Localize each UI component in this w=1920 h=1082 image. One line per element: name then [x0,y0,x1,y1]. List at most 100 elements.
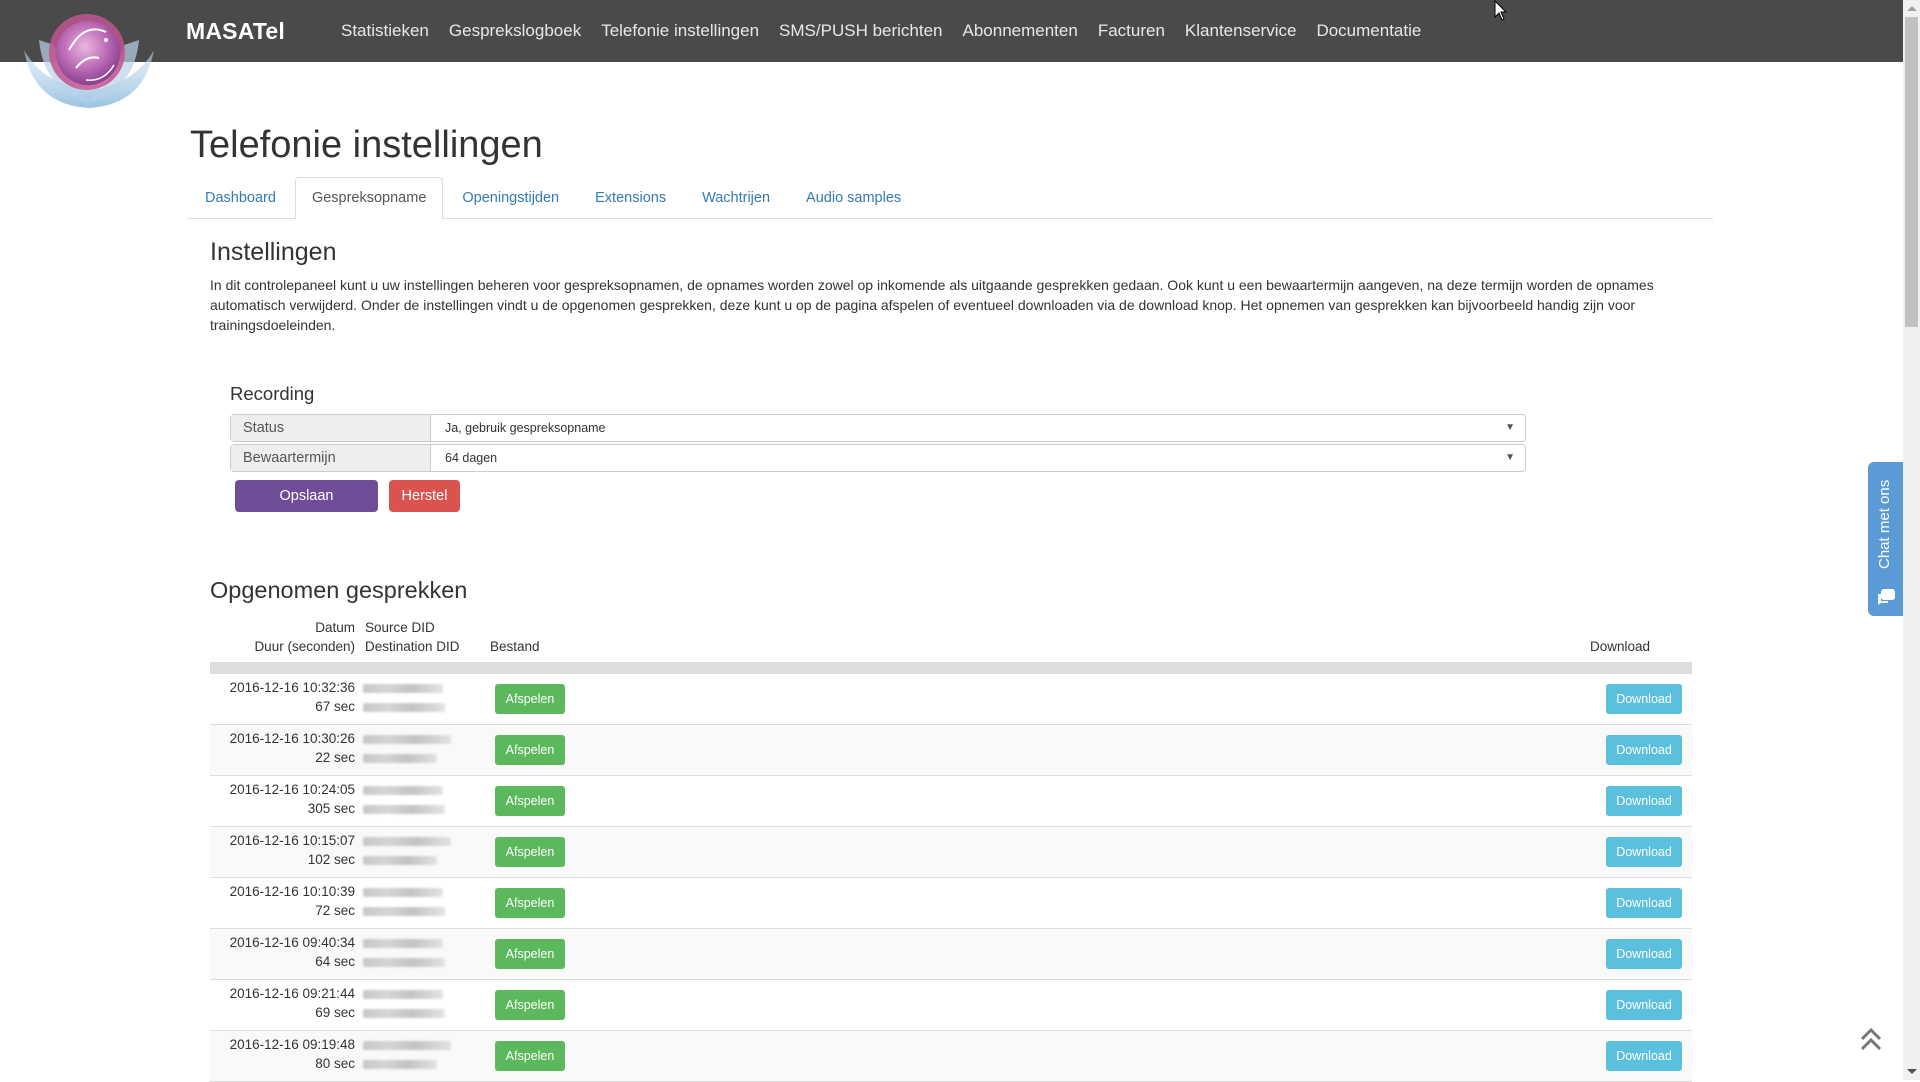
redacted-source-did [363,888,443,897]
redacted-source-did [363,735,451,744]
chat-bubbles-icon [1878,589,1895,605]
column-header-date: Datum [315,620,355,635]
chat-widget-button[interactable]: Chat met ons [1868,462,1903,616]
play-button[interactable]: Afspelen [495,735,565,765]
nav-item-facturen[interactable]: Facturen [1098,21,1165,41]
nav-item-statistieken[interactable]: Statistieken [341,21,429,41]
redacted-destination-did [363,907,445,916]
status-select-value: Ja, gebruik gespreksopname [445,421,606,435]
play-button[interactable]: Afspelen [495,837,565,867]
table-row: 2016-12-16 10:32:36 67 sec Afspelen Down… [210,674,1692,725]
settings-intro: In dit controlepaneel kunt u uw instelli… [210,277,1654,333]
table-header-divider [210,662,1692,674]
play-button[interactable]: Afspelen [495,939,565,969]
page-title: Telefonie instellingen [190,124,543,166]
table-row: 2016-12-16 09:40:34 64 sec Afspelen Down… [210,929,1692,980]
settings-heading: Instellingen [210,238,337,266]
row-duration: 64 sec [315,954,355,969]
download-button[interactable]: Download [1606,735,1682,765]
redacted-destination-did [363,754,437,763]
play-button[interactable]: Afspelen [495,990,565,1020]
redacted-destination-did [363,805,445,814]
reset-button[interactable]: Herstel [389,480,460,512]
mouse-cursor-icon [1494,0,1508,21]
play-button[interactable]: Afspelen [495,786,565,816]
status-row: Status Ja, gebruik gespreksopname ▼ [230,414,1526,442]
status-label: Status [231,415,431,441]
table-row: 2016-12-16 10:10:39 72 sec Afspelen Down… [210,878,1692,929]
play-button[interactable]: Afspelen [495,888,565,918]
download-button[interactable]: Download [1606,684,1682,714]
tab-wachtrijen[interactable]: Wachtrijen [685,177,787,218]
settings-tabs: Dashboard Gespreksopname Openingstijden … [188,177,1713,219]
download-button[interactable]: Download [1606,837,1682,867]
download-button[interactable]: Download [1606,990,1682,1020]
row-duration: 80 sec [315,1056,355,1071]
nav-item-klantenservice[interactable]: Klantenservice [1185,21,1297,41]
row-date: 2016-12-16 09:19:48 [229,1037,355,1052]
scroll-down-arrow-icon[interactable] [1907,1069,1917,1074]
retention-select[interactable]: 64 dagen ▼ [431,445,1525,471]
chevron-down-icon: ▼ [1505,452,1515,463]
redacted-source-did [363,1041,451,1050]
play-button[interactable]: Afspelen [495,1041,565,1071]
tab-openingstijden[interactable]: Openingstijden [445,177,576,218]
row-date: 2016-12-16 10:10:39 [229,884,355,899]
recordings-heading: Opgenomen gesprekken [210,577,468,603]
top-navbar: MASATel Statistieken Gesprekslogboek Tel… [0,0,1903,62]
row-date: 2016-12-16 09:21:44 [229,986,355,1001]
download-button[interactable]: Download [1606,888,1682,918]
recordings-table: 2016-12-16 10:32:36 67 sec Afspelen Down… [210,674,1692,1082]
row-date: 2016-12-16 10:15:07 [229,833,355,848]
tab-dashboard[interactable]: Dashboard [188,177,293,218]
retention-row: Bewaartermijn 64 dagen ▼ [230,444,1526,472]
row-duration: 67 sec [315,699,355,714]
nav-item-documentatie[interactable]: Documentatie [1316,21,1421,41]
redacted-destination-did [363,856,437,865]
redacted-source-did [363,786,443,795]
chat-label: Chat met ons [1876,479,1893,570]
redacted-destination-did [363,958,445,967]
row-duration: 72 sec [315,903,355,918]
tab-audio-samples[interactable]: Audio samples [789,177,918,218]
row-duration: 305 sec [307,801,355,816]
column-header-download: Download [1590,639,1651,654]
vertical-scrollbar[interactable] [1903,0,1920,1080]
main-nav: Statistieken Gesprekslogboek Telefonie i… [341,21,1441,41]
column-header-file: Bestand [490,639,540,654]
table-row: 2016-12-16 09:21:44 69 sec Afspelen Down… [210,980,1692,1031]
recording-heading: Recording [230,383,315,404]
redacted-source-did [363,939,443,948]
status-select[interactable]: Ja, gebruik gespreksopname ▼ [431,415,1525,441]
play-button[interactable]: Afspelen [495,684,565,714]
row-duration: 102 sec [307,852,355,867]
nav-item-sms-push[interactable]: SMS/PUSH berichten [779,21,942,41]
retention-label: Bewaartermijn [231,445,431,471]
nav-item-abonnementen[interactable]: Abonnementen [963,21,1078,41]
save-button[interactable]: Opslaan [235,480,378,512]
nav-item-gesprekslogboek[interactable]: Gesprekslogboek [449,21,581,41]
scroll-to-top-icon[interactable] [1856,1024,1886,1054]
redacted-source-did [363,990,443,999]
tab-gespreksopname[interactable]: Gespreksopname [294,177,444,219]
scroll-up-arrow-icon[interactable] [1907,6,1917,11]
tab-extensions[interactable]: Extensions [578,177,683,218]
redacted-source-did [363,684,443,693]
download-button[interactable]: Download [1606,786,1682,816]
table-row: 2016-12-16 09:19:48 80 sec Afspelen Down… [210,1031,1692,1082]
brand-name[interactable]: MASATel [186,18,285,45]
download-button[interactable]: Download [1606,1041,1682,1071]
logo-icon[interactable] [14,10,164,110]
row-date: 2016-12-16 09:40:34 [229,935,355,950]
scrollbar-thumb[interactable] [1905,17,1918,327]
column-header-source: Source DID [365,620,435,635]
table-row: 2016-12-16 10:30:26 22 sec Afspelen Down… [210,725,1692,776]
column-header-destination: Destination DID [365,639,460,654]
row-date: 2016-12-16 10:30:26 [229,731,355,746]
table-row: 2016-12-16 10:24:05 305 sec Afspelen Dow… [210,776,1692,827]
redacted-destination-did [363,703,445,712]
nav-item-telefonie-instellingen[interactable]: Telefonie instellingen [601,21,759,41]
download-button[interactable]: Download [1606,939,1682,969]
retention-select-value: 64 dagen [445,451,498,465]
row-date: 2016-12-16 10:32:36 [229,680,355,695]
